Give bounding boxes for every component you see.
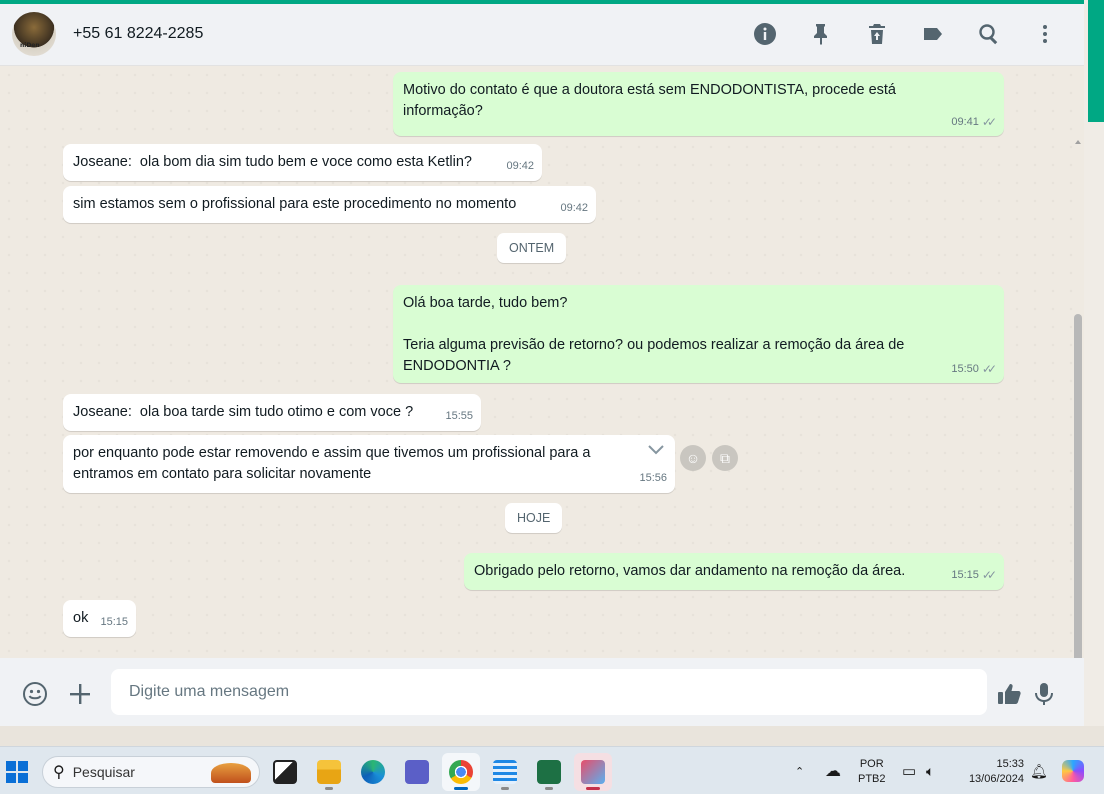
- whatsapp-chat-window: niDen +55 61 8224-2285 Motivo do contato…: [0, 4, 1084, 726]
- message-incoming[interactable]: Joseane: ola boa tarde sim tudo otimo e …: [63, 394, 481, 431]
- react-emoji-icon[interactable]: ☺: [680, 445, 706, 471]
- avatar-text: niDen: [20, 42, 40, 49]
- network-icon[interactable]: ▭: [902, 747, 916, 794]
- clock-date: 13/06/2024: [968, 773, 1024, 785]
- message-incoming[interactable]: sim estamos sem o profissional para este…: [63, 186, 596, 223]
- language-code: POR: [859, 758, 884, 770]
- message-outgoing[interactable]: Obrigado pelo retorno, vamos dar andamen…: [464, 553, 1004, 590]
- message-time: 15:15: [100, 616, 128, 628]
- message-time: 15:50: [951, 363, 979, 375]
- snipping-tool-icon[interactable]: [574, 753, 612, 791]
- composer-bar: [0, 658, 1084, 726]
- message-hover-tools: ☺ ⧉: [680, 445, 738, 471]
- read-ticks-icon: ✓✓: [981, 568, 997, 582]
- scrollbar-thumb[interactable]: [1074, 314, 1082, 712]
- copilot-icon[interactable]: [1062, 747, 1084, 794]
- read-ticks-icon: ✓✓: [981, 115, 997, 129]
- windows-taskbar: ⚲ Pesquisar ⌃ ☁ POR PTB2 ▭ 🔈︎ 15:33 13/0…: [0, 746, 1104, 794]
- message-time: 09:41: [951, 116, 979, 128]
- volume-icon[interactable]: 🔈︎: [926, 747, 934, 794]
- message-time: 09:42: [506, 160, 534, 172]
- read-ticks-icon: ✓✓: [981, 362, 997, 376]
- date-separator: ONTEM: [497, 233, 567, 263]
- tray-overflow-chevron-icon[interactable]: ⌃: [795, 747, 804, 794]
- message-text: por enquanto pode estar removendo e assi…: [73, 445, 591, 482]
- chat-header: niDen +55 61 8224-2285: [0, 4, 1084, 66]
- copy-icon[interactable]: ⧉: [712, 445, 738, 471]
- excel-icon[interactable]: [530, 753, 568, 791]
- search-icon: ⚲: [53, 764, 65, 781]
- notifications-bell-icon[interactable]: 🔔︎: [1030, 747, 1048, 794]
- message-incoming-hovered[interactable]: por enquanto pode estar removendo e assi…: [63, 435, 675, 493]
- message-time: 15:15: [951, 569, 979, 581]
- edge-icon[interactable]: [354, 753, 392, 791]
- taskbar-search[interactable]: ⚲ Pesquisar: [42, 756, 260, 788]
- right-edge-strip: [1084, 0, 1104, 726]
- date-separator: HOJE: [505, 503, 563, 533]
- message-time: 15:55: [445, 410, 473, 422]
- label-icon[interactable]: [920, 21, 946, 47]
- contact-name[interactable]: +55 61 8224-2285: [73, 25, 203, 43]
- message-incoming[interactable]: Joseane: ola bom dia sim tudo bem e voce…: [63, 144, 542, 181]
- message-outgoing[interactable]: Olá boa tarde, tudo bem? Teria alguma pr…: [393, 285, 1004, 383]
- message-time: 15:56: [639, 472, 667, 484]
- onedrive-offline-icon[interactable]: ☁: [825, 747, 841, 794]
- message-text: Joseane: ola bom dia sim tudo bem e voce…: [73, 154, 472, 170]
- task-view-icon[interactable]: [266, 753, 304, 791]
- message-text: sim estamos sem o profissional para este…: [73, 196, 517, 212]
- pin-icon[interactable]: [808, 21, 834, 47]
- message-list[interactable]: Motivo do contato é que a doutora está s…: [0, 66, 1084, 712]
- system-clock[interactable]: 15:33 13/06/2024: [958, 757, 1024, 787]
- input-language[interactable]: POR PTB2: [858, 757, 886, 787]
- message-time: 09:42: [560, 202, 588, 214]
- emoji-icon[interactable]: [21, 680, 49, 708]
- message-text: Motivo do contato é que a doutora está s…: [403, 82, 896, 119]
- notepad-icon[interactable]: [486, 753, 524, 791]
- attach-plus-icon[interactable]: [66, 680, 94, 708]
- search-icon[interactable]: [976, 21, 1002, 47]
- windows-start-icon[interactable]: [6, 761, 28, 783]
- message-text: Obrigado pelo retorno, vamos dar andamen…: [474, 563, 906, 579]
- thumbs-up-icon[interactable]: [995, 680, 1023, 708]
- taskbar-search-label: Pesquisar: [72, 764, 135, 780]
- scroll-up-arrow-icon[interactable]: [1074, 138, 1082, 146]
- chrome-icon[interactable]: [442, 753, 480, 791]
- message-text: Joseane: ola boa tarde sim tudo otimo e …: [73, 404, 414, 420]
- message-text: Olá boa tarde, tudo bem? Teria alguma pr…: [403, 295, 905, 374]
- keyboard-layout: PTB2: [858, 773, 886, 785]
- chevron-down-icon[interactable]: [647, 443, 665, 457]
- menu-icon[interactable]: [1032, 21, 1058, 47]
- teams-icon[interactable]: [398, 753, 436, 791]
- message-outgoing[interactable]: Motivo do contato é que a doutora está s…: [393, 72, 1004, 136]
- info-icon[interactable]: [752, 21, 778, 47]
- clock-time: 15:33: [996, 758, 1024, 770]
- file-explorer-icon[interactable]: [310, 753, 348, 791]
- search-highlight-image: [211, 763, 251, 783]
- message-input[interactable]: [111, 669, 987, 715]
- message-incoming[interactable]: ok 15:15: [63, 600, 136, 637]
- avatar[interactable]: niDen: [12, 12, 56, 56]
- delete-icon[interactable]: [864, 21, 890, 47]
- microphone-icon[interactable]: [1030, 680, 1058, 708]
- header-actions: [752, 21, 1058, 47]
